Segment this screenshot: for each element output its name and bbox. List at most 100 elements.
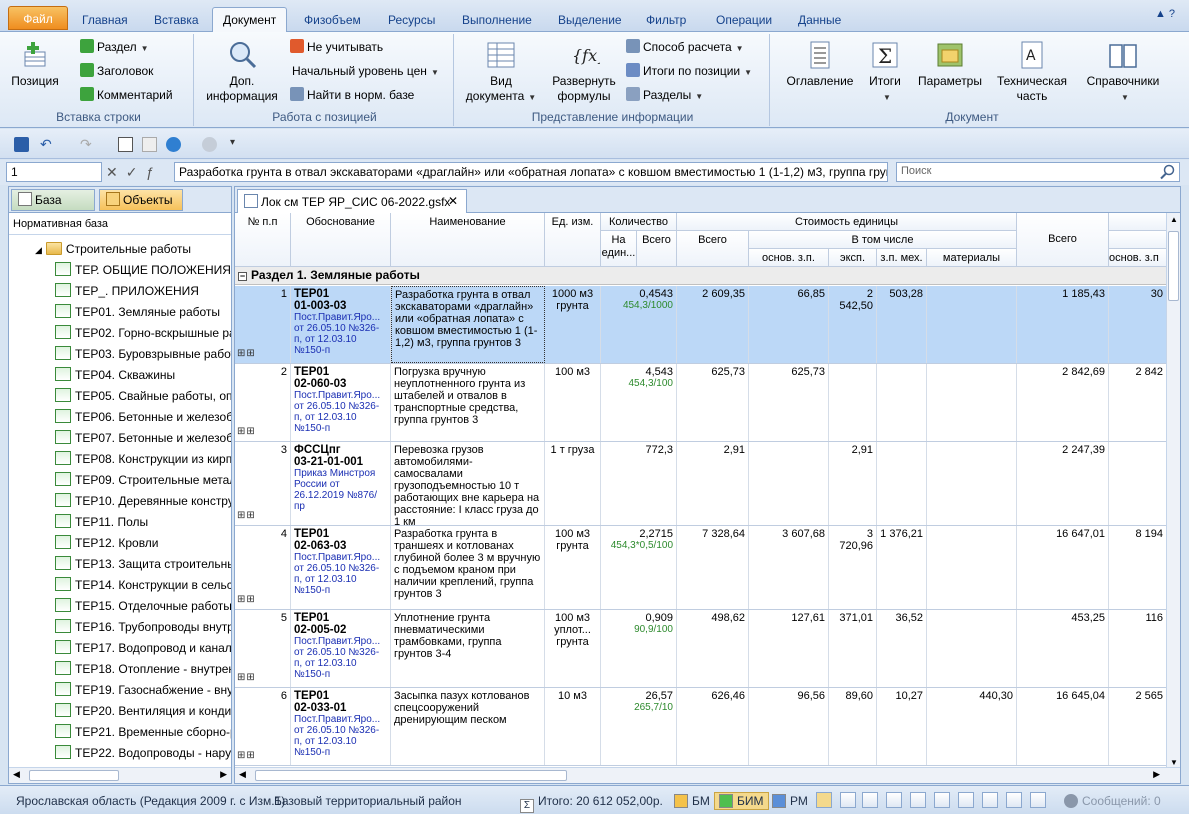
cell-mech[interactable]: 10,27 [895,690,923,702]
scroll-thumb[interactable] [255,770,567,781]
cell-wage2[interactable]: 2 842 [1135,366,1163,378]
tree-item[interactable]: ТЕР20. Вентиляция и кондиц [55,701,231,721]
params-button[interactable]: Параметры [914,40,986,89]
rm-toggle[interactable]: РМ [772,794,808,808]
grid-cell[interactable]: 2 565 [1109,688,1167,765]
header-name[interactable]: Наименование [391,213,545,267]
cell-total[interactable]: 625,73 [711,366,745,378]
tab-file[interactable]: Файл [8,6,68,30]
header-qty[interactable]: Количество [601,213,677,231]
expand-row-icon[interactable]: ⊞⊞ [237,426,256,438]
grid-cell[interactable]: 66,85 [749,286,829,363]
grid-cell[interactable]: 371,01 [829,610,877,687]
grid-cell[interactable]: 96,56 [749,688,829,765]
tree-item[interactable]: ТЕР18. Отопление - внутрен [55,659,231,679]
grid-cell[interactable]: 2,91 [677,442,749,525]
expand-row-icon[interactable]: ⊞⊞ [237,510,256,522]
basis-reference[interactable]: Пост.Правит.Яро... от 26.05.10 №326-п, о… [294,312,387,356]
tab-data[interactable]: Данные [794,10,845,32]
table-row[interactable]: 2 ⊞⊞ ТЕР01 02-060-03 Пост.Правит.Яро... от 2… [235,364,1167,442]
grid-cell[interactable]: 0,909 90,9/100 [601,610,677,687]
total-text[interactable]: Σ Итого: 20 612 052,00р. [520,794,663,813]
expand-row-icon[interactable]: ⊞⊞ [237,594,256,606]
cell-mat[interactable]: 440,30 [979,690,1013,702]
expand-row-icon[interactable]: ⊞⊞ [237,672,256,684]
grid-cell[interactable]: ФССЦпг 03-21-01-001 Приказ Минстроя России… [291,442,391,525]
grid-cell[interactable]: 3 607,68 [749,526,829,609]
grid-cell[interactable]: 1 ⊞⊞ [235,286,291,363]
grid-cell[interactable]: 36,52 [877,610,927,687]
cell-total[interactable]: 7 328,64 [702,528,745,540]
close-icon[interactable]: ✕ [448,194,458,208]
grid-cell[interactable] [927,286,1017,363]
cell-all[interactable]: 16 645,04 [1056,690,1105,702]
calculator-icon[interactable] [118,137,133,152]
tree-item[interactable]: ТЕР10. Деревянные констру [55,491,231,511]
cell-exp[interactable]: 89,60 [845,690,873,702]
formula-text-field[interactable]: Разработка грунта в отвал экскаваторами … [174,162,888,182]
edit-icon[interactable] [982,792,998,808]
table-row[interactable]: 3 ⊞⊞ ФССЦпг 03-21-01-001 Приказ Минстроя Рос… [235,442,1167,526]
basis-reference[interactable]: Пост.Правит.Яро... от 26.05.10 №326-п, о… [294,636,387,680]
grid-cell[interactable]: 2 542,50 [829,286,877,363]
search-icon[interactable] [1159,164,1177,180]
grid-cell[interactable]: 3 ⊞⊞ [235,442,291,525]
tree-item[interactable]: ТЕР15. Отделочные работы [55,596,231,616]
tree-item[interactable]: ТЕР12. Кровли [55,533,159,553]
cell-all[interactable]: 16 647,01 [1056,528,1105,540]
grid-cell[interactable]: 26,57 265,7/10 [601,688,677,765]
redo-icon[interactable]: ↷ [80,137,95,152]
export-icon[interactable] [934,792,950,808]
unit-value[interactable]: 100 м3 уплот... грунта [548,612,597,648]
position-button[interactable]: Позиция [10,40,60,89]
cell-name[interactable]: Разработка грунта в отвал экскаваторами … [395,289,537,349]
grid-cell[interactable]: 2 247,39 [1017,442,1109,525]
header-unit[interactable]: Ед. изм. [545,213,601,267]
cancel-icon[interactable]: ✕ [106,164,126,180]
table-row[interactable]: 1 ⊞⊞ ТЕР01 01-003-03 Пост.Правит.Яро... от 2… [235,286,1167,364]
undo-icon[interactable]: ↶ [40,137,55,152]
grid-cell[interactable]: 1 т груза [545,442,601,525]
cell-wage2[interactable]: 30 [1151,288,1163,300]
comment-button[interactable]: Комментарий [80,86,173,104]
calc-method-dropdown[interactable]: Способ расчета ▼ [626,38,744,58]
tree-item[interactable]: ТЕР09. Строительные метал. [55,470,231,490]
expand-formulas-button[interactable]: {fx} Развернутьформулы [546,40,622,104]
cell-wage[interactable]: 66,85 [797,288,825,300]
header-qty-total[interactable]: Всего [637,231,677,267]
add-info-button[interactable]: Доп. информация [200,40,284,104]
qty-value[interactable]: 0,909 [604,612,673,624]
basis-reference[interactable]: Пост.Правит.Яро... от 26.05.10 №326-п, о… [294,390,387,434]
grid-cell[interactable]: Уплотнение грунта пневматическими трамбо… [391,610,545,687]
grid-cell[interactable]: ТЕР01 02-005-02 Пост.Правит.Яро... от 26.0… [291,610,391,687]
qty-value[interactable]: 4,543 [604,366,673,378]
grid-cell[interactable]: 453,25 [1017,610,1109,687]
basis-reference[interactable]: Приказ Минстроя России от 26.12.2019 №87… [294,468,387,512]
cell-wage2[interactable]: 2 565 [1135,690,1163,702]
header-incl[interactable]: В том числе [749,231,1017,249]
fx-icon[interactable]: ƒ [145,164,161,180]
totals-position-dropdown[interactable]: Итоги по позиции ▼ [626,62,752,82]
tab-filter[interactable]: Фильтр [642,10,690,32]
expand-row-icon[interactable]: ⊞⊞ [237,348,256,360]
grid-cell[interactable]: 498,62 [677,610,749,687]
globe-icon[interactable] [166,137,181,152]
grid-cell[interactable]: 10 м3 [545,688,601,765]
grid-cell[interactable]: 127,61 [749,610,829,687]
qty-value[interactable]: 772,3 [604,444,673,456]
cell-total[interactable]: 2,91 [724,444,745,456]
header-unit-cost[interactable]: Стоимость единицы [677,213,1017,231]
qty-value[interactable]: 2,2715 [604,528,673,540]
grid-cell[interactable] [927,610,1017,687]
grid-cell[interactable] [829,364,877,441]
tree-item[interactable]: ТЕР08. Конструкции из кирп [55,449,231,469]
doc-view-button[interactable]: Вид документа ▼ [462,40,540,105]
tree-item[interactable]: ТЕР17. Водопровод и канали [55,638,231,658]
header-uc-total[interactable]: Всего [677,231,749,267]
cell-mech[interactable]: 1 376,21 [880,528,923,540]
unit-value[interactable]: 1000 м3 грунта [548,288,597,312]
cell-all[interactable]: 2 842,69 [1062,366,1105,378]
grid-cell[interactable]: Погрузка вручную неуплотненного грунта и… [391,364,545,441]
header-basis[interactable]: Обоснование [291,213,391,267]
cell-total[interactable]: 626,46 [711,690,745,702]
